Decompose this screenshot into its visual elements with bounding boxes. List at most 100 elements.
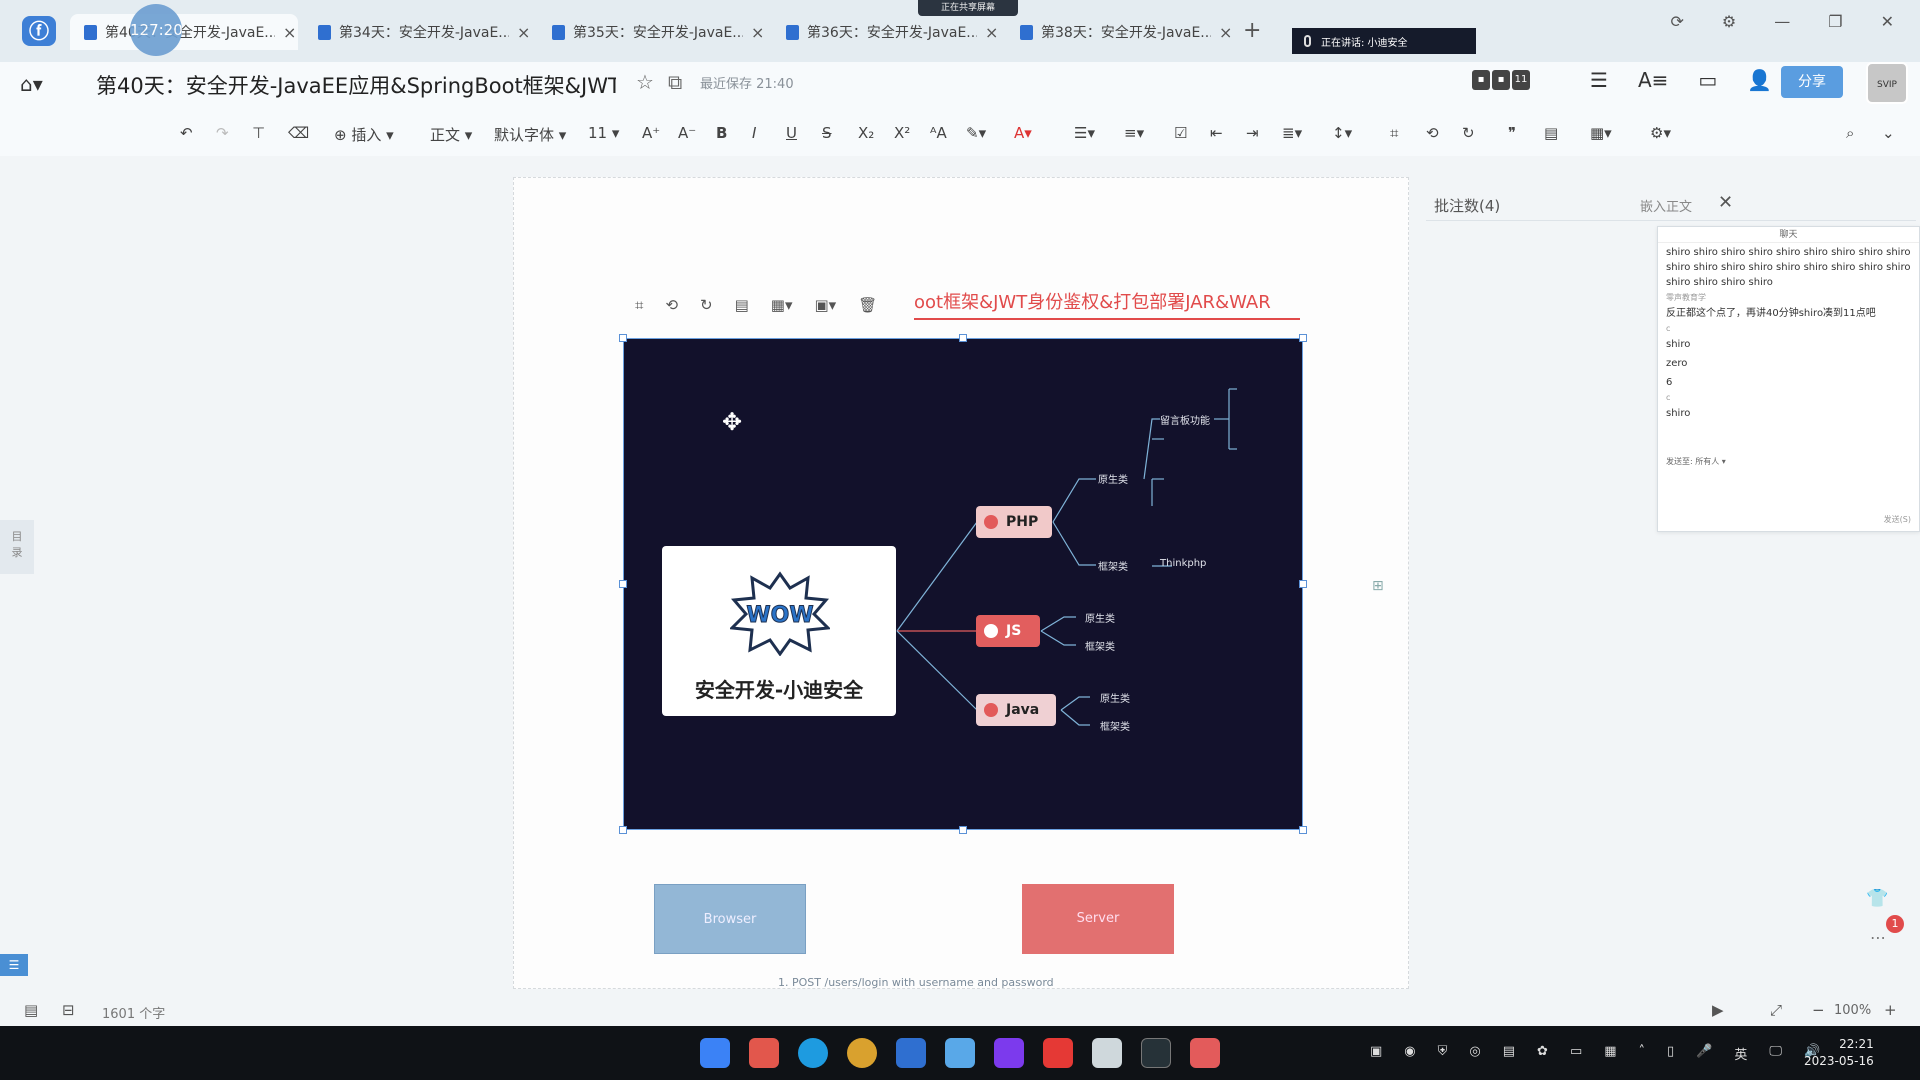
collapse-toolbar-icon[interactable]: ⌄ <box>1882 124 1895 142</box>
resize-handle[interactable] <box>1299 334 1307 342</box>
microphone-icon[interactable]: 🎤 <box>1696 1044 1712 1063</box>
tab-day40[interactable]: 第40天：安全开发-JavaE... × <box>70 14 298 50</box>
crop-icon[interactable]: ⌗ <box>1390 124 1398 142</box>
underline-icon[interactable]: U <box>786 124 797 142</box>
home-icon[interactable]: ⌂▾ <box>20 72 43 96</box>
skin-icon[interactable]: 👕 <box>1866 888 1888 909</box>
user-avatar[interactable]: SVIP <box>1866 62 1908 104</box>
new-tab-icon[interactable]: + <box>1243 18 1261 43</box>
bullet-list-icon[interactable]: ☰▾ <box>1074 124 1095 142</box>
image-layout-icon[interactable]: ▦▾ <box>771 296 793 314</box>
collaborate-icon[interactable]: 👤 <box>1747 68 1772 92</box>
notification-badge[interactable]: 1 <box>1886 915 1904 933</box>
app-icon[interactable] <box>1092 1038 1122 1068</box>
tray-app-icon[interactable]: ▦ <box>1604 1044 1616 1063</box>
send-target-select[interactable]: 所有人 <box>1695 457 1719 466</box>
table-icon[interactable]: ▦▾ <box>1590 124 1612 142</box>
shrink-font-icon[interactable]: A⁻ <box>678 124 696 142</box>
close-icon[interactable]: × <box>283 23 296 42</box>
chrome-icon[interactable] <box>847 1038 877 1068</box>
resize-handle[interactable] <box>619 826 627 834</box>
system-clock[interactable]: 22:21 2023-05-16 <box>1804 1036 1874 1070</box>
device-icon[interactable]: ▯ <box>1667 1044 1674 1063</box>
resize-handle[interactable] <box>1299 826 1307 834</box>
meeting-timer[interactable]: 127:20 <box>130 4 183 56</box>
fullscreen-icon[interactable]: ⤢ <box>1770 1001 1782 1019</box>
tray-app-icon[interactable]: ▤ <box>1503 1044 1515 1063</box>
outline-toggle[interactable]: 目录 <box>0 520 34 574</box>
add-block-icon[interactable]: ⊞ <box>1372 578 1384 594</box>
indent-increase-icon[interactable]: ⇥ <box>1246 124 1259 142</box>
star-icon[interactable]: ☆ <box>636 70 654 94</box>
close-comments-icon[interactable]: ✕ <box>1718 192 1733 213</box>
edge-icon[interactable] <box>798 1038 828 1068</box>
indent-decrease-icon[interactable]: ⇤ <box>1210 124 1223 142</box>
highlight-icon[interactable]: ✎▾ <box>966 124 986 142</box>
line-spacing-icon[interactable]: ↕▾ <box>1332 124 1352 142</box>
network-icon[interactable]: 🖵 <box>1769 1044 1782 1063</box>
insert-button[interactable]: ⊕ 插入 ▾ <box>334 124 394 145</box>
wps-logo-icon[interactable]: ⓕ <box>22 16 56 46</box>
play-icon[interactable]: ▶ <box>1712 1001 1724 1019</box>
menu-icon[interactable]: ☰ <box>1590 68 1608 92</box>
left-panel-toggle[interactable]: ☰ <box>0 954 28 976</box>
close-icon[interactable]: × <box>751 23 764 42</box>
refresh-icon[interactable]: ⟳ <box>1671 12 1684 31</box>
bold-icon[interactable]: B <box>716 124 727 142</box>
collaborator-avatars[interactable]: ▪ ▪ 11 <box>1472 70 1530 90</box>
eraser-icon[interactable]: ⌫ <box>288 124 309 142</box>
photos-icon[interactable] <box>945 1038 975 1068</box>
char-spacing-icon[interactable]: ᴬA <box>930 124 947 142</box>
crop-image-icon[interactable]: ⌗ <box>635 296 643 314</box>
minimize-icon[interactable]: — <box>1774 12 1790 31</box>
image-rotate-icon[interactable]: ⟲ <box>1426 124 1439 142</box>
page-view-icon[interactable]: ▤ <box>24 1001 38 1019</box>
close-icon[interactable]: × <box>985 23 998 42</box>
zoom-out-icon[interactable]: − <box>1812 1001 1825 1019</box>
text-format-icon[interactable]: A≡ <box>1638 68 1668 92</box>
tray-app-icon[interactable]: ▭ <box>1570 1044 1582 1063</box>
close-window-icon[interactable]: ✕ <box>1881 12 1894 31</box>
ide-icon[interactable] <box>994 1038 1024 1068</box>
meeting-icon[interactable] <box>1190 1038 1220 1068</box>
comments-title[interactable]: 批注数(4) <box>1434 195 1500 216</box>
close-icon[interactable]: × <box>517 23 530 42</box>
resize-handle[interactable] <box>959 334 967 342</box>
flip-image-icon[interactable]: ⟲ <box>665 296 678 314</box>
font-color-icon[interactable]: A▾ <box>1014 124 1032 142</box>
chat-window[interactable]: 聊天 shiro shiro shiro shiro shiro shiro s… <box>1657 226 1920 532</box>
block-icon[interactable]: ▤ <box>1544 124 1558 142</box>
shield-icon[interactable]: ⛨ <box>1438 1044 1448 1063</box>
plugin-icon[interactable]: ⚙▾ <box>1650 124 1671 142</box>
tab-day35[interactable]: 第35天：安全开发-JavaE... × <box>538 14 766 50</box>
style-select[interactable]: 正文 ▾ <box>430 124 472 145</box>
layout-icon[interactable]: ⊟ <box>62 1001 75 1019</box>
italic-icon[interactable]: I <box>752 124 756 142</box>
chevron-up-icon[interactable]: ˄ <box>1639 1044 1646 1063</box>
settings-icon[interactable]: ⚙ <box>1722 12 1736 31</box>
document-title[interactable]: 第40天：安全开发-JavaEE应用&SpringBoot框架&JWT... <box>96 70 616 100</box>
resize-handle[interactable] <box>1299 580 1307 588</box>
redo-icon[interactable]: ↷ <box>216 124 229 142</box>
numbered-list-icon[interactable]: ≡▾ <box>1124 124 1144 142</box>
tab-day38[interactable]: 第38天：安全开发-JavaE... × <box>1006 14 1234 50</box>
wps-icon[interactable] <box>896 1038 926 1068</box>
subscript-icon[interactable]: X₂ <box>858 124 874 142</box>
terminal-icon[interactable] <box>1141 1038 1171 1068</box>
tool-icon[interactable] <box>1043 1038 1073 1068</box>
heading-text[interactable]: oot框架&JWT身份鉴权&打包部署JAR&WAR <box>914 288 1271 314</box>
send-button[interactable]: 发送(S) <box>1884 514 1911 525</box>
more-icon[interactable]: ⋯ <box>1870 928 1886 947</box>
wrap-text-icon[interactable]: ▤ <box>735 296 749 314</box>
rotate-image-icon[interactable]: ↻ <box>700 296 713 314</box>
maximize-icon[interactable]: ❐ <box>1828 12 1842 31</box>
strikethrough-icon[interactable]: S <box>822 124 832 142</box>
font-size-select[interactable]: 11 ▾ <box>588 124 619 142</box>
resize-handle[interactable] <box>619 580 627 588</box>
quote-icon[interactable]: ❞ <box>1508 124 1516 142</box>
ime-indicator[interactable]: 英 <box>1734 1044 1747 1063</box>
move-to-folder-icon[interactable]: ⧉ <box>668 70 682 94</box>
rotate-icon[interactable]: ↻ <box>1462 124 1475 142</box>
tray-app-icon[interactable]: ▣ <box>1370 1044 1382 1063</box>
tray-app-icon[interactable]: ◎ <box>1469 1044 1480 1063</box>
